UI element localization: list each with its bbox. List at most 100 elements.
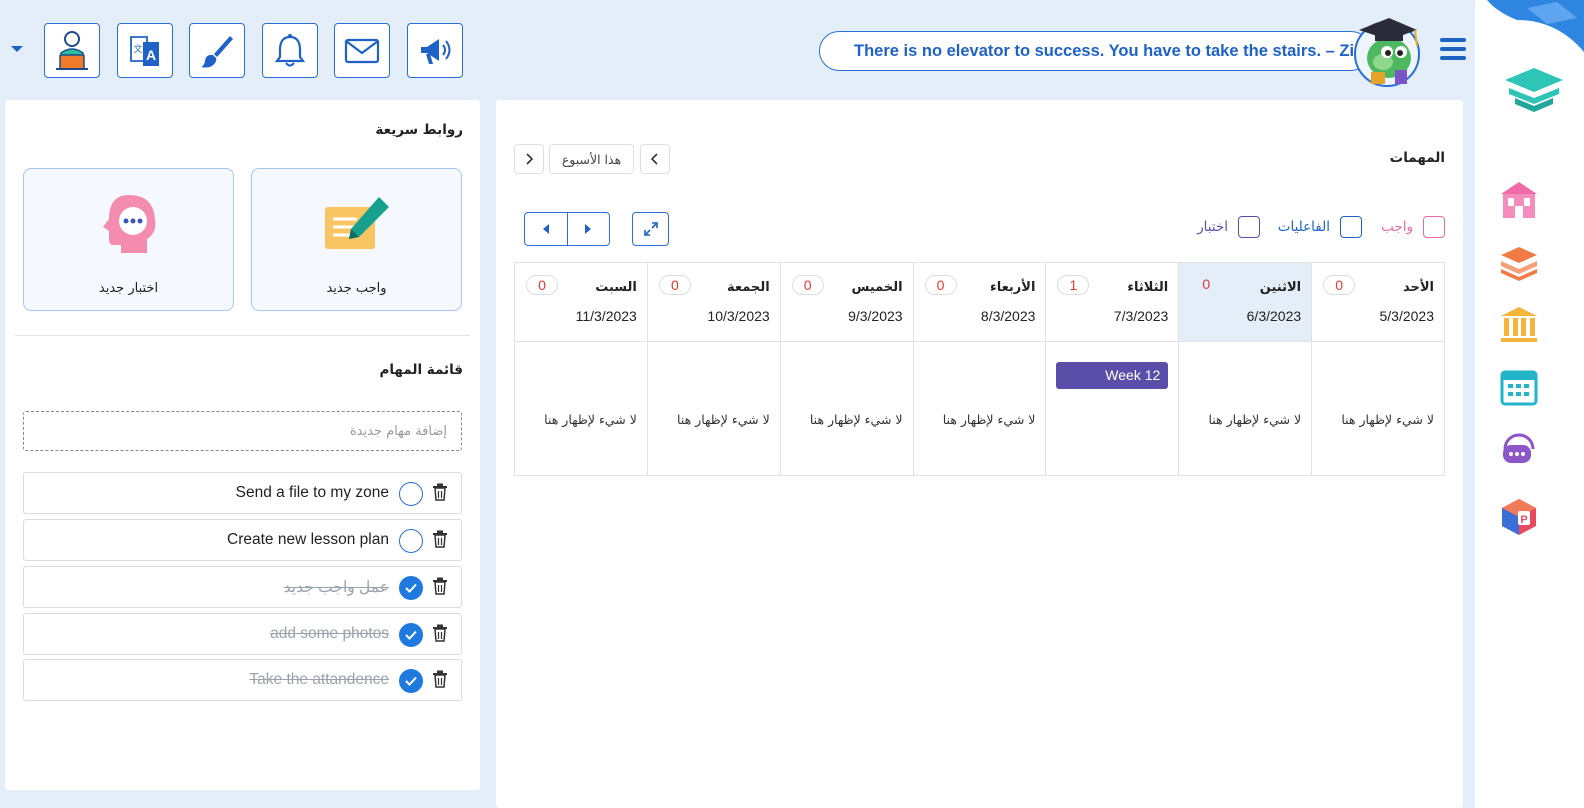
account-dropdown-caret[interactable] [11, 46, 23, 52]
task-item: add some photos [23, 613, 462, 655]
day-column[interactable]: الأحد 5/3/2023 0 لا شيء لإظهار هنا [1311, 263, 1445, 475]
institution-icon [1501, 307, 1537, 342]
notifications-button[interactable] [262, 23, 318, 78]
day-header: الخميس 9/3/2023 0 [780, 263, 913, 342]
task-item: Create new lesson plan [23, 519, 462, 561]
day-column[interactable]: الاثنين 6/3/2023 0 لا شيء لإظهار هنا [1178, 263, 1312, 476]
filter-events[interactable]: الفاعليات [1278, 216, 1362, 238]
day-body[interactable]: لا شيء لإظهار هنا [914, 342, 1046, 476]
school-icon [1501, 182, 1537, 218]
calendar-event[interactable]: Week 12 [1056, 362, 1169, 389]
sidebar-corner-decoration [1487, 0, 1584, 52]
week-calendar: الأحد 5/3/2023 0 لا شيء لإظهار هنا الاثنين 6/… [513, 262, 1445, 476]
this-week-button[interactable]: هذا الأسبوع [549, 144, 634, 174]
day-body[interactable]: لا شيء لإظهار هنا [515, 342, 647, 476]
day-column[interactable]: الأربعاء 8/3/2023 0 لا شيء لإظهار هنا [912, 263, 1046, 476]
task-item: Send a file to my zone [23, 472, 462, 514]
task-text: عمل واجب جديد [283, 579, 389, 596]
day-header: الجمعة 10/3/2023 0 [647, 263, 780, 342]
filter-homework[interactable]: واجب [1381, 216, 1445, 238]
app-cube-icon: P [1502, 499, 1536, 535]
trash-icon[interactable] [432, 577, 448, 595]
next-week-button[interactable] [514, 144, 544, 174]
task-complete-checkbox[interactable] [399, 529, 423, 553]
translate-button[interactable]: A 文 [117, 23, 173, 78]
empty-day-message: لا شيء لإظهار هنا [942, 412, 1036, 427]
checkmark-icon [405, 583, 417, 593]
task-complete-checkbox[interactable] [399, 482, 423, 506]
brand-logo[interactable] [1501, 66, 1567, 116]
day-column[interactable]: الخميس 9/3/2023 0 لا شيء لإظهار هنا [779, 263, 913, 476]
calendar-next-button[interactable] [568, 213, 610, 245]
filter-events-checkbox[interactable] [1340, 216, 1362, 238]
sidebar-item-institution[interactable] [1499, 305, 1539, 345]
svg-text:A: A [146, 47, 156, 63]
megaphone-icon [421, 38, 451, 64]
sidebar-item-calendar[interactable] [1499, 367, 1539, 407]
expand-icon [643, 222, 658, 236]
day-header: الثلاثاء 7/3/2023 1 [1046, 263, 1179, 342]
left-panel: روابط سريعة واجب جديد اختبار جديد قائمة … [5, 100, 480, 790]
task-item: عمل واجب جديد [23, 566, 462, 608]
empty-day-message: لا شيء لإظهار هنا [809, 412, 903, 427]
profile-button[interactable] [44, 23, 100, 78]
filter-events-label: الفاعليات [1277, 219, 1330, 235]
theme-button[interactable] [189, 23, 245, 78]
new-task-input[interactable] [23, 411, 462, 451]
day-name: الاثنين [1259, 280, 1302, 295]
new-homework-card[interactable]: واجب جديد [251, 168, 462, 311]
daily-quote: There is no elevator to success. You hav… [819, 31, 1371, 71]
svg-text:P: P [1520, 514, 1527, 526]
filter-exam-checkbox[interactable] [1238, 216, 1260, 238]
trash-icon[interactable] [432, 530, 448, 548]
day-body[interactable]: لا شيء لإظهار هنا [781, 342, 913, 476]
day-column[interactable]: السبت 11/3/2023 0 لا شيء لإظهار هنا [513, 263, 647, 476]
empty-day-message: لا شيء لإظهار هنا [1341, 412, 1434, 427]
calendar-icon [1500, 370, 1538, 406]
day-column[interactable]: الجمعة 10/3/2023 0 لا شيء لإظهار هنا [646, 263, 780, 476]
mail-icon [344, 38, 380, 63]
day-column[interactable]: الثلاثاء 7/3/2023 1 Week 12 [1045, 263, 1179, 476]
day-body[interactable]: لا شيء لإظهار هنا [1179, 342, 1311, 476]
day-date: 7/3/2023 [1113, 308, 1169, 324]
day-task-count-badge: 0 [791, 275, 824, 295]
hamburger-menu-icon[interactable] [1440, 38, 1466, 60]
task-text: Create new lesson plan [227, 531, 389, 548]
trash-icon[interactable] [432, 483, 448, 501]
new-exam-card[interactable]: اختبار جديد [23, 168, 234, 311]
task-complete-checkbox[interactable] [399, 576, 423, 600]
prev-week-button[interactable] [640, 144, 670, 174]
day-body[interactable]: لا شيء لإظهار هنا [1312, 342, 1444, 476]
sidebar-item-courses[interactable] [1499, 243, 1539, 283]
fullscreen-button[interactable] [632, 212, 669, 246]
day-date: 6/3/2023 [1246, 308, 1302, 324]
day-name: الأربعاء [990, 280, 1036, 295]
day-body[interactable]: Week 12 [1046, 342, 1178, 476]
day-date: 8/3/2023 [980, 308, 1036, 324]
day-task-count-badge: 0 [924, 275, 957, 295]
task-complete-checkbox[interactable] [399, 623, 423, 647]
task-list-title: قائمة المهام [379, 362, 463, 378]
announcements-button[interactable] [407, 23, 463, 78]
day-date: 9/3/2023 [848, 308, 903, 324]
chat-icon [1503, 433, 1535, 463]
calendar-prev-button[interactable] [525, 213, 568, 245]
filter-homework-checkbox[interactable] [1423, 216, 1445, 238]
filter-exam[interactable]: اختبار [1197, 216, 1260, 238]
app-sidebar: P [1475, 0, 1584, 808]
sidebar-item-apps[interactable]: P [1499, 497, 1539, 537]
day-name: الثلاثاء [1127, 280, 1169, 295]
trash-icon[interactable] [432, 670, 448, 688]
day-task-count-badge: 0 [1323, 275, 1356, 295]
calendar-nav-group [524, 212, 610, 246]
paint-brush-icon [201, 35, 233, 67]
chevron-left-icon [650, 153, 658, 165]
sidebar-item-school[interactable] [1499, 180, 1539, 220]
task-complete-checkbox[interactable] [399, 669, 423, 693]
main-panel: المهمات هذا الأسبوع واجب الفاعليات اختبا… [496, 100, 1463, 808]
sidebar-item-messages[interactable] [1499, 429, 1539, 469]
trash-icon[interactable] [432, 624, 448, 642]
messages-button[interactable] [334, 23, 390, 78]
day-header: السبت 11/3/2023 0 [514, 263, 647, 342]
day-body[interactable]: لا شيء لإظهار هنا [648, 342, 780, 476]
